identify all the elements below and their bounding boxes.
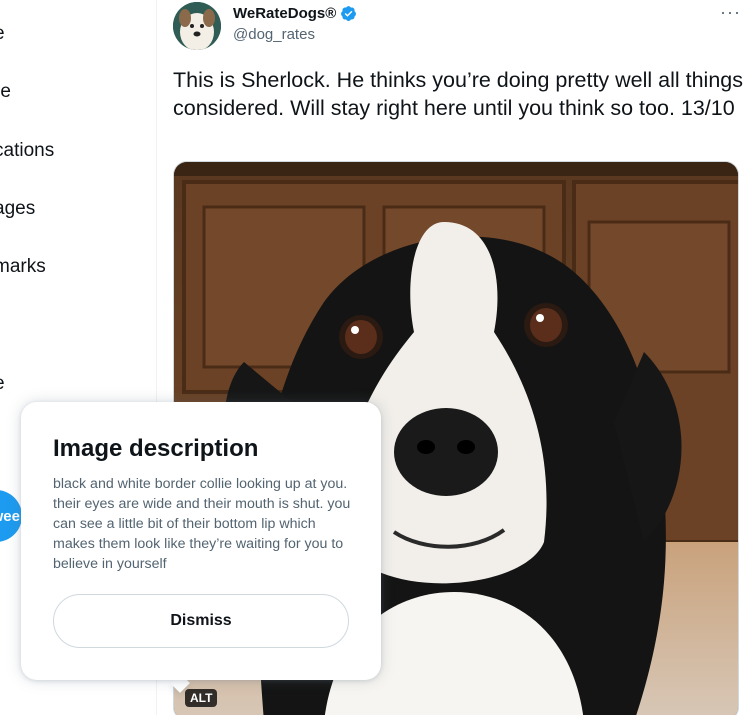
tweet-button[interactable]: wee bbox=[0, 490, 22, 542]
image-description-popover: Image description black and white border… bbox=[21, 402, 381, 680]
more-icon[interactable]: ··· bbox=[720, 2, 741, 23]
verified-badge-icon bbox=[341, 6, 357, 21]
sidebar-item-bookmarks[interactable]: marks bbox=[0, 256, 46, 278]
sidebar-item-home[interactable]: e bbox=[0, 23, 5, 45]
sidebar-item-notifications[interactable]: cations bbox=[0, 140, 54, 162]
tweet-text: This is Sherlock. He thinks you’re doing… bbox=[173, 68, 744, 120]
sidebar-item-more[interactable]: e bbox=[0, 373, 5, 395]
sidebar-item-messages[interactable]: ages bbox=[0, 198, 35, 220]
author-row: WeRateDogs® bbox=[233, 5, 357, 22]
dismiss-button[interactable]: Dismiss bbox=[53, 594, 349, 648]
author-name[interactable]: WeRateDogs® bbox=[233, 5, 336, 22]
alt-badge[interactable]: ALT bbox=[185, 689, 218, 707]
popover-description: black and white border collie looking up… bbox=[53, 476, 351, 572]
sidebar-item-explore[interactable]: re bbox=[0, 81, 11, 103]
author-handle[interactable]: @dog_rates bbox=[233, 26, 315, 43]
avatar[interactable] bbox=[173, 2, 221, 50]
popover-title: Image description bbox=[53, 435, 259, 462]
